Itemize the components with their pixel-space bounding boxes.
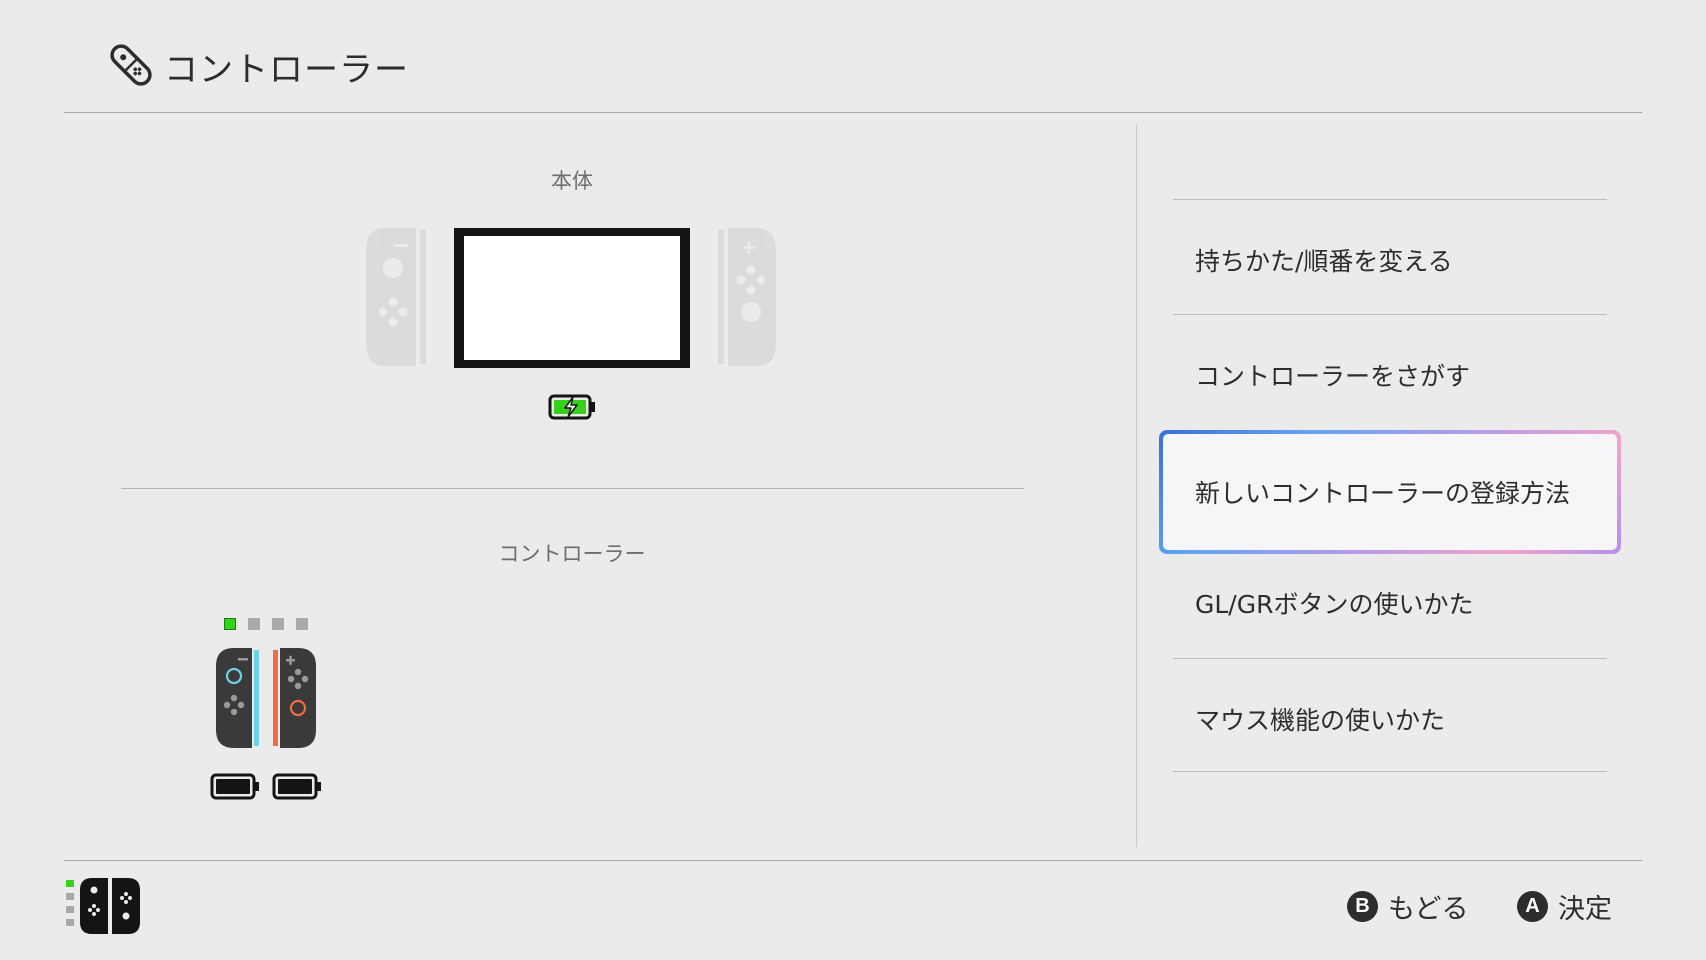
back-button-label: もどる (1388, 893, 1469, 925)
menu-item-label: 新しいコントローラーの登録方法 (1195, 479, 1571, 508)
menu-item-mouse-functions[interactable]: マウス機能の使いかた (1173, 658, 1607, 772)
player-light-4 (296, 618, 308, 630)
menu-item-change-grip-order[interactable]: 持ちかた/順番を変える (1173, 199, 1607, 313)
console-illustration (366, 228, 776, 368)
player-light-1 (224, 618, 236, 630)
page-title: コントローラー (164, 50, 409, 90)
menu-item-label: マウス機能の使いかた (1195, 706, 1446, 735)
panel-divider (1136, 125, 1137, 847)
right-battery-icon (272, 773, 321, 800)
connected-controller-icon (66, 878, 140, 934)
menu-item-gl-gr-buttons[interactable]: GL/GRボタンの使いかた (1173, 543, 1607, 657)
header-divider (64, 112, 1642, 113)
joycon-controller-icon (110, 44, 152, 86)
menu-item-pair-new-controller[interactable]: 新しいコントローラーの登録方法 (1159, 428, 1621, 554)
confirm-button-label: 決定 (1558, 893, 1612, 925)
menu-item-label: 持ちかた/順番を変える (1195, 247, 1453, 276)
player-light-3 (272, 618, 284, 630)
console-section-label: 本体 (551, 169, 593, 193)
header: コントローラー (0, 0, 1706, 113)
a-button-icon: A (1517, 890, 1548, 922)
confirm-button[interactable]: A 決定 (1517, 888, 1612, 925)
selection-highlight: 新しいコントローラーの登録方法 (1159, 430, 1621, 554)
back-button[interactable]: B もどる (1347, 888, 1469, 925)
charging-battery-icon (548, 394, 595, 420)
menu-item-find-controllers[interactable]: コントローラーをさがす (1173, 314, 1607, 428)
left-joycon-ghost-icon (366, 228, 426, 366)
player-light-2 (248, 618, 260, 630)
joycon-pair-icon[interactable] (214, 646, 318, 750)
left-battery-icon (210, 773, 259, 800)
menu-item-label: コントローラーをさがす (1195, 362, 1471, 391)
console-screen-icon (454, 228, 690, 368)
right-joycon-ghost-icon (718, 228, 776, 366)
joycon-battery-indicators (210, 773, 321, 800)
section-divider (121, 488, 1024, 489)
player-indicator-lights (224, 618, 314, 632)
b-button-icon: B (1347, 890, 1378, 922)
footer-divider (64, 860, 1642, 861)
controllers-section-label: コントローラー (498, 542, 646, 566)
menu-item-label: GL/GRボタンの使いかた (1195, 590, 1474, 619)
